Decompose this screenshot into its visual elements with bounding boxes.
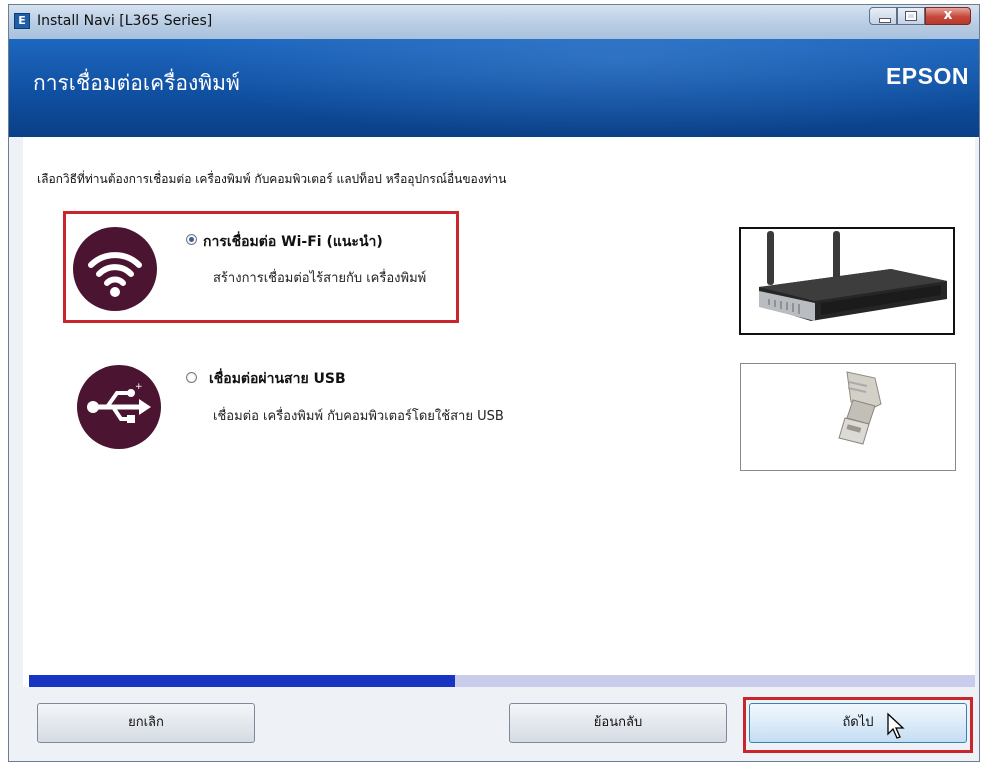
cancel-button[interactable]: ยกเลิก — [37, 703, 255, 743]
mouse-cursor-icon — [887, 712, 905, 739]
svg-text:+: + — [135, 382, 143, 392]
wifi-option-description: สร้างการเชื่อมต่อไร้สายกับ เครื่องพิมพ์ — [213, 271, 427, 286]
content-panel: เลือกวิธีที่ท่านต้องการเชื่อมต่อ เครื่อง… — [23, 137, 975, 687]
progress-fill — [29, 675, 455, 687]
usb-icon[interactable]: + — [77, 365, 161, 449]
wifi-option-title[interactable]: การเชื่อมต่อ Wi-Fi (แนะนำ) — [203, 231, 383, 253]
usb-option-title[interactable]: เชื่อมต่อผ่านสาย USB — [209, 368, 346, 390]
usb-cable-image — [740, 363, 956, 471]
instruction-text: เลือกวิธีที่ท่านต้องการเชื่อมต่อ เครื่อง… — [37, 172, 507, 186]
epson-app-icon: E — [14, 13, 30, 29]
minimize-button[interactable] — [869, 7, 897, 25]
title-bar[interactable]: E Install Navi [L365 Series] x — [9, 5, 979, 39]
installation-progress-bar — [29, 675, 975, 687]
page-title: การเชื่อมต่อเครื่องพิมพ์ — [33, 71, 240, 95]
header-banner: การเชื่อมต่อเครื่องพิมพ์ EPSON — [9, 39, 979, 137]
close-icon: x — [943, 7, 953, 23]
back-button[interactable]: ย้อนกลับ — [509, 703, 727, 743]
usb-option-description: เชื่อมต่อ เครื่องพิมพ์ กับคอมพิวเตอร์โดย… — [213, 409, 504, 424]
wireless-router-image — [739, 227, 955, 335]
installer-window: E Install Navi [L365 Series] x การเชื่อม… — [8, 4, 980, 762]
wifi-icon[interactable] — [73, 227, 157, 311]
window-controls: x — [869, 7, 971, 27]
wifi-radio[interactable] — [186, 234, 197, 245]
window-title: Install Navi [L365 Series] — [37, 13, 213, 29]
next-button[interactable]: ถัดไป — [749, 703, 967, 743]
maximize-button[interactable] — [897, 7, 925, 25]
usb-radio[interactable] — [186, 372, 197, 383]
close-button[interactable]: x — [925, 7, 971, 25]
epson-logo: EPSON — [885, 63, 969, 89]
